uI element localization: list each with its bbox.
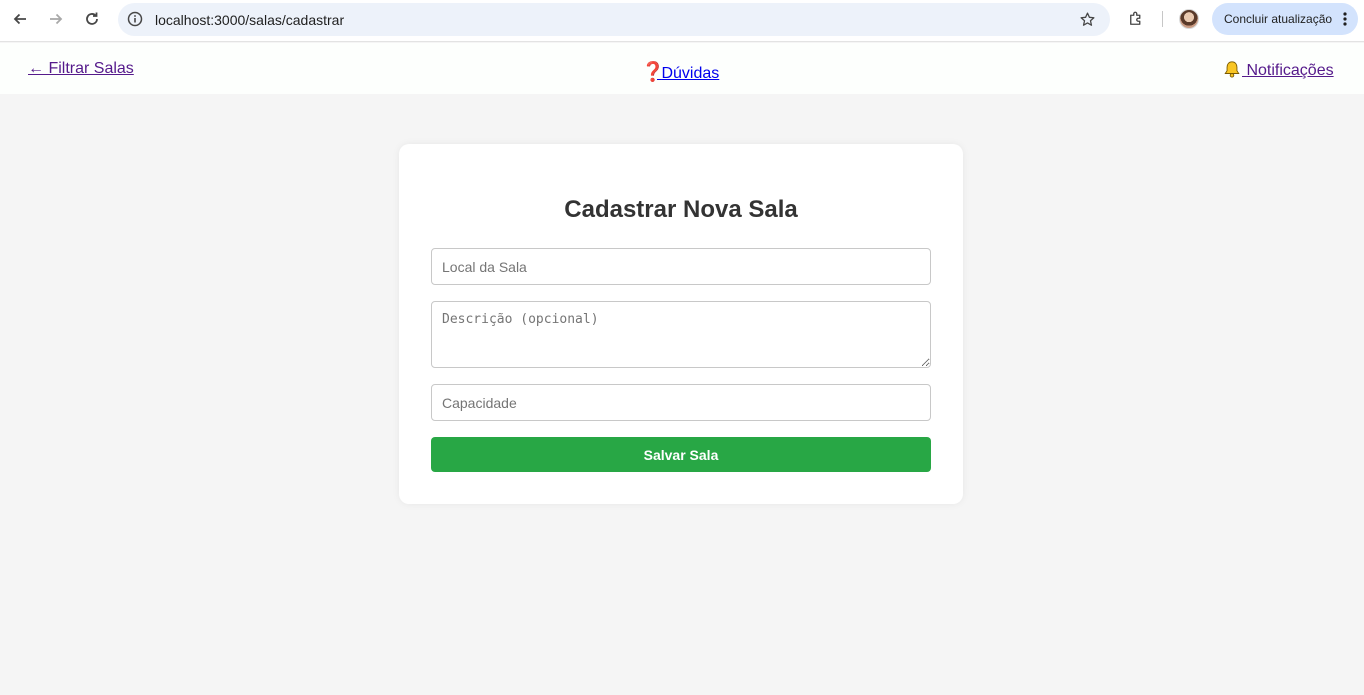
page-title: Cadastrar Nova Sala	[564, 196, 798, 223]
toolbar-separator	[1162, 11, 1163, 27]
help-link-label: Dúvidas	[661, 65, 720, 82]
filter-rooms-link[interactable]: ← Filtrar Salas	[28, 60, 134, 78]
question-icon: ❓	[641, 62, 665, 83]
site-info-icon[interactable]	[127, 11, 143, 27]
profile-avatar[interactable]	[1179, 9, 1199, 29]
notifications-link[interactable]: Notificações	[1222, 60, 1334, 80]
notifications-link-label: Notificações	[1246, 62, 1334, 79]
help-link[interactable]: ❓ Dúvidas	[641, 60, 719, 84]
update-chrome-button[interactable]: Concluir atualização	[1212, 3, 1358, 35]
bookmark-star-icon[interactable]	[1079, 11, 1096, 28]
back-arrow-icon[interactable]	[8, 8, 32, 30]
more-menu-icon[interactable]	[1343, 12, 1347, 26]
room-description-textarea[interactable]	[431, 301, 931, 368]
browser-toolbar: localhost:3000/salas/cadastrar Concluir …	[0, 0, 1364, 42]
extensions-icon[interactable]	[1127, 10, 1145, 28]
bell-icon	[1224, 61, 1240, 78]
room-location-input[interactable]	[431, 248, 931, 285]
create-room-card: Cadastrar Nova Sala Salvar Sala	[399, 144, 963, 504]
room-capacity-input[interactable]	[431, 384, 931, 421]
page-header: ← Filtrar Salas ❓ Dúvidas Notificações	[0, 43, 1364, 94]
address-bar[interactable]: localhost:3000/salas/cadastrar	[118, 3, 1110, 36]
url-text[interactable]: localhost:3000/salas/cadastrar	[155, 12, 344, 28]
save-room-button[interactable]: Salvar Sala	[431, 437, 931, 472]
forward-arrow-icon[interactable]	[44, 8, 68, 30]
update-button-label: Concluir atualização	[1224, 12, 1333, 26]
reload-icon[interactable]	[80, 8, 104, 30]
